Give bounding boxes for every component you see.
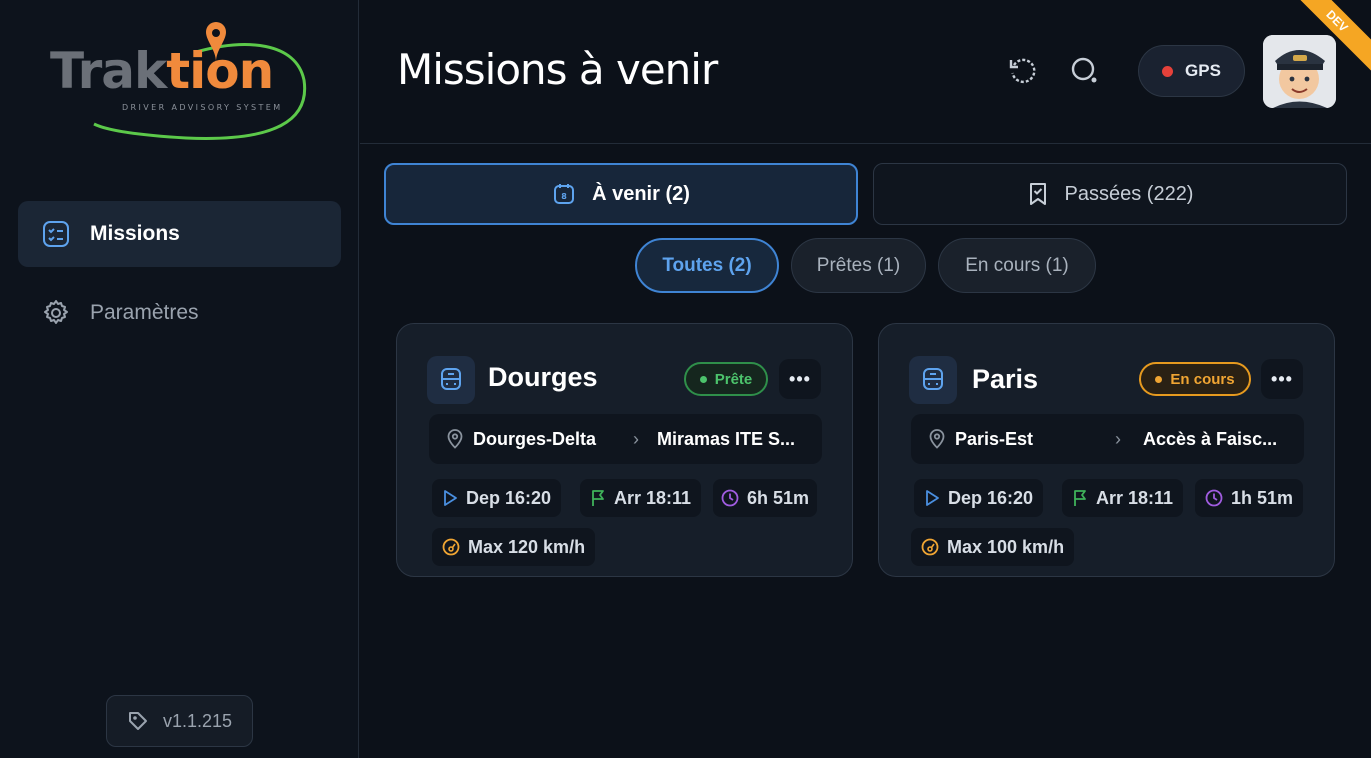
chevron-right-icon: › [633,429,639,449]
gps-status-dot [1162,65,1174,77]
tab-upcoming[interactable]: 8 À venir (2) [384,163,858,225]
status-badge: En cours [1139,362,1251,396]
speedometer-icon [442,538,460,556]
status-badge: Prête [684,362,768,396]
mission-card[interactable]: Dourges Prête ••• Dourges-Delta › Mirama… [396,323,853,577]
duration-pill: 1h 51m [1195,479,1304,517]
bookmark-check-icon [1029,183,1046,205]
route-bar: Paris-Est › Accès à Faisc... [911,414,1304,464]
top-header: Missions à venir GPS DEV [360,0,1371,144]
avatar[interactable] [1263,35,1336,108]
duration: 6h 51m [747,487,810,508]
logo-subtitle: DRIVER ADVISORY SYSTEM [122,103,283,112]
play-icon [926,490,939,506]
more-options-button[interactable]: ••• [1261,359,1303,399]
calendar-icon: 8 [554,184,575,204]
max-speed-pill: Max 120 km/h [432,528,596,566]
train-icon [427,356,475,404]
sidebar-item-settings[interactable]: Paramètres [18,280,341,346]
gear-icon [44,300,68,324]
logo-main-text: Trak [50,42,167,100]
gps-button[interactable]: GPS [1138,45,1245,97]
location-pin-icon [929,429,945,449]
filter-ready[interactable]: Prêtes (1) [791,238,926,293]
arrival-time: Arr 18:11 [614,487,692,508]
tab-label: Passées (222) [1064,182,1194,205]
train-icon [909,356,957,404]
gps-label: GPS [1185,61,1221,80]
route-bar: Dourges-Delta › Miramas ITE S... [429,414,822,464]
duration: 1h 51m [1231,487,1294,508]
arrival-pill: Arr 18:11 [1062,479,1184,517]
sidebar-item-label: Missions [90,222,180,245]
page-title: Missions à venir [397,45,718,94]
play-icon [444,490,457,506]
departure-pill: Dep 16:20 [914,479,1044,517]
route-from: Dourges-Delta [473,429,597,449]
max-speed: Max 100 km/h [947,536,1065,557]
more-options-button[interactable]: ••• [779,359,821,399]
departure-time: Dep 16:20 [948,487,1034,508]
speedometer-icon [921,538,939,556]
duration-pill: 6h 51m [713,479,818,517]
mission-title: Paris [972,364,1039,394]
filter-all[interactable]: Toutes (2) [635,238,779,293]
traktion-logo[interactable]: Traktion DRIVER ADVISORY SYSTEM [46,20,308,145]
flag-icon [1074,490,1086,506]
mission-title: Dourges [488,362,598,392]
flag-icon [592,490,604,506]
clock-icon [1205,489,1223,507]
max-speed-pill: Max 100 km/h [911,528,1075,566]
departure-pill: Dep 16:20 [432,479,562,517]
arrival-time: Arr 18:11 [1096,487,1174,508]
tag-icon [128,712,147,730]
logo-wordmark: Traktion [50,46,274,96]
route-from: Paris-Est [955,429,1034,449]
route-to: Miramas ITE S... [657,429,796,449]
svg-text:8: 8 [561,192,567,201]
sidebar-item-missions[interactable]: Missions [18,201,341,267]
route-to: Accès à Faisc... [1143,429,1278,449]
status-label: Prête [714,370,753,388]
clock-icon [721,489,739,507]
tab-past[interactable]: Passées (222) [873,163,1347,225]
departure-time: Dep 16:20 [466,487,552,508]
sidebar: Traktion DRIVER ADVISORY SYSTEM Missions… [0,0,359,758]
status-dot [699,375,707,383]
location-pin-icon [447,429,463,449]
tab-label: À venir (2) [592,182,690,205]
sidebar-item-label: Paramètres [90,301,199,324]
status-dot [1155,375,1163,383]
status-label: En cours [1170,370,1235,388]
version-text: v1.1.215 [162,710,233,731]
logo-accent-text: tion [166,42,274,100]
filter-in-progress[interactable]: En cours (1) [938,238,1096,293]
version-badge: v1.1.215 [106,695,253,747]
driver-avatar-icon [1263,35,1336,108]
max-speed: Max 120 km/h [468,536,586,557]
search-icon[interactable] [1070,56,1100,86]
refresh-icon[interactable] [1008,56,1038,86]
checklist-icon [43,221,69,247]
chevron-right-icon: › [1115,429,1121,449]
arrival-pill: Arr 18:11 [580,479,702,517]
mission-card[interactable]: Paris En cours ••• Paris-Est › Accès à F… [878,323,1335,577]
